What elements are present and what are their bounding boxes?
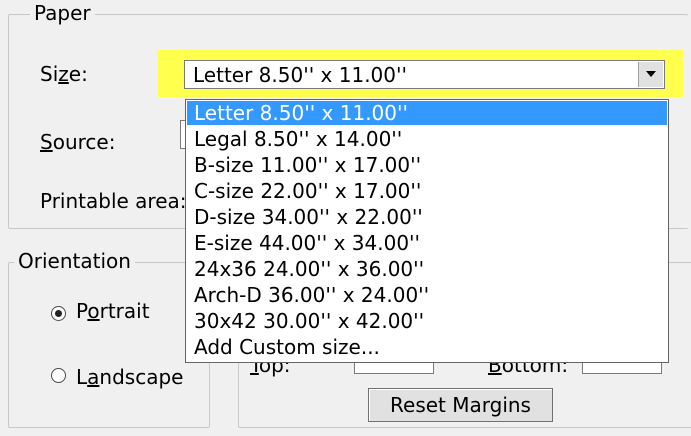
size-combobox-value: Letter 8.50'' x 11.00'' xyxy=(193,63,407,87)
portrait-radio[interactable] xyxy=(51,306,66,321)
size-dropdown-button[interactable] xyxy=(638,62,663,87)
chevron-down-icon xyxy=(646,71,656,77)
size-option-e-size[interactable]: E-size 44.00'' x 34.00'' xyxy=(187,231,667,255)
reset-margins-button[interactable]: Reset Margins xyxy=(368,388,553,422)
size-option-24x36[interactable]: 24x36 24.00'' x 36.00'' xyxy=(187,257,667,281)
size-option-letter[interactable]: Letter 8.50'' x 11.00'' xyxy=(187,101,667,125)
size-option-c-size[interactable]: C-size 22.00'' x 17.00'' xyxy=(187,179,667,203)
size-option-arch-d[interactable]: Arch-D 36.00'' x 24.00'' xyxy=(187,283,667,307)
size-option-d-size[interactable]: D-size 34.00'' x 22.00'' xyxy=(187,205,667,229)
size-option-legal[interactable]: Legal 8.50'' x 14.00'' xyxy=(187,127,667,151)
add-custom-size-option[interactable]: Add Custom size... xyxy=(187,335,667,359)
portrait-label[interactable]: Portrait xyxy=(76,299,150,323)
orientation-group-title: Orientation xyxy=(14,250,135,272)
size-option-b-size[interactable]: B-size 11.00'' x 17.00'' xyxy=(187,153,667,177)
landscape-label[interactable]: Landscape xyxy=(76,365,183,389)
paper-group-title: Paper xyxy=(30,2,95,24)
size-option-30x42[interactable]: 30x42 30.00'' x 42.00'' xyxy=(187,309,667,333)
landscape-radio[interactable] xyxy=(51,368,66,383)
size-label: Size: xyxy=(40,62,88,86)
orientation-group xyxy=(8,262,210,428)
size-dropdown-list[interactable]: Letter 8.50'' x 11.00'' Legal 8.50'' x 1… xyxy=(185,99,669,363)
printable-area-label: Printable area: xyxy=(40,189,187,213)
source-label: Source: xyxy=(40,130,116,154)
size-combobox[interactable]: Letter 8.50'' x 11.00'' xyxy=(184,60,665,89)
